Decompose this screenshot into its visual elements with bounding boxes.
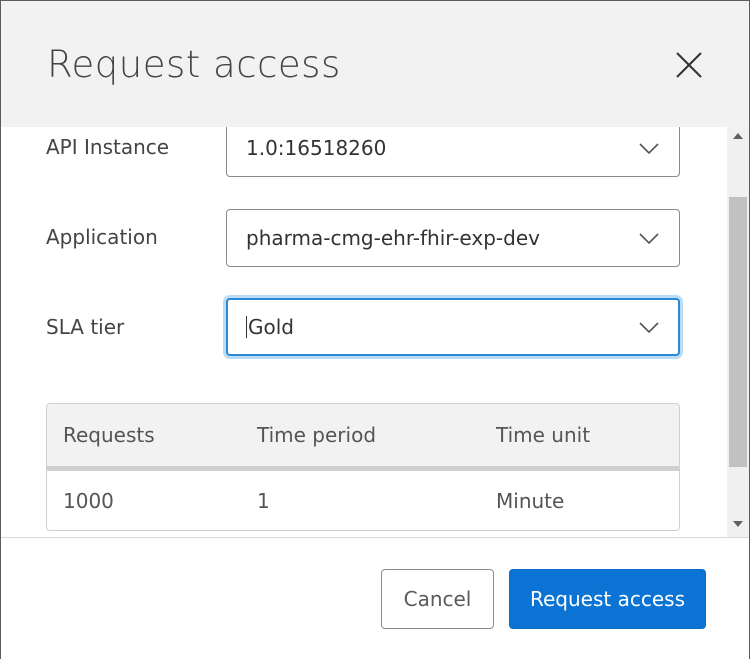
column-header-requests: Requests <box>63 423 155 447</box>
dialog-header: Request access <box>1 1 749 127</box>
api-instance-value: 1.0:16518260 <box>246 136 387 160</box>
chevron-down-icon <box>639 143 659 155</box>
request-access-dialog: Request access API Instance 1.0:16518260… <box>0 0 750 659</box>
cell-time-period: 1 <box>257 489 270 513</box>
api-instance-label: API Instance <box>46 135 170 159</box>
close-icon <box>676 52 702 78</box>
scroll-thumb[interactable] <box>729 197 747 467</box>
column-header-time-unit: Time unit <box>496 423 591 447</box>
cancel-button[interactable]: Cancel <box>381 569 494 629</box>
column-header-time-period: Time period <box>257 423 377 447</box>
application-label: Application <box>46 225 158 249</box>
text-caret <box>246 316 247 338</box>
sla-tier-value-wrap: Gold <box>246 315 294 339</box>
scroll-down-icon[interactable] <box>733 521 743 527</box>
cell-requests: 1000 <box>63 489 114 513</box>
dialog-title: Request access <box>47 43 341 86</box>
vertical-scrollbar[interactable] <box>727 127 749 537</box>
chevron-down-icon <box>639 322 659 334</box>
request-access-button[interactable]: Request access <box>509 569 706 629</box>
api-instance-select[interactable]: 1.0:16518260 <box>226 127 680 177</box>
close-button[interactable] <box>669 45 709 85</box>
scroll-up-icon[interactable] <box>733 133 743 139</box>
dialog-body: API Instance 1.0:16518260 Application ph… <box>1 127 727 537</box>
sla-tier-select[interactable]: Gold <box>226 298 680 356</box>
application-select[interactable]: pharma-cmg-ehr-fhir-exp-dev <box>226 209 680 267</box>
dialog-footer: Cancel Request access <box>1 537 749 659</box>
cell-time-unit: Minute <box>496 489 565 513</box>
application-value: pharma-cmg-ehr-fhir-exp-dev <box>246 226 540 250</box>
table-header: Requests Time period Time unit <box>47 404 679 471</box>
sla-tier-value: Gold <box>248 315 294 339</box>
sla-limits-table: Requests Time period Time unit 1000 1 Mi… <box>46 403 680 531</box>
sla-tier-label: SLA tier <box>46 315 125 339</box>
chevron-down-icon <box>639 233 659 245</box>
